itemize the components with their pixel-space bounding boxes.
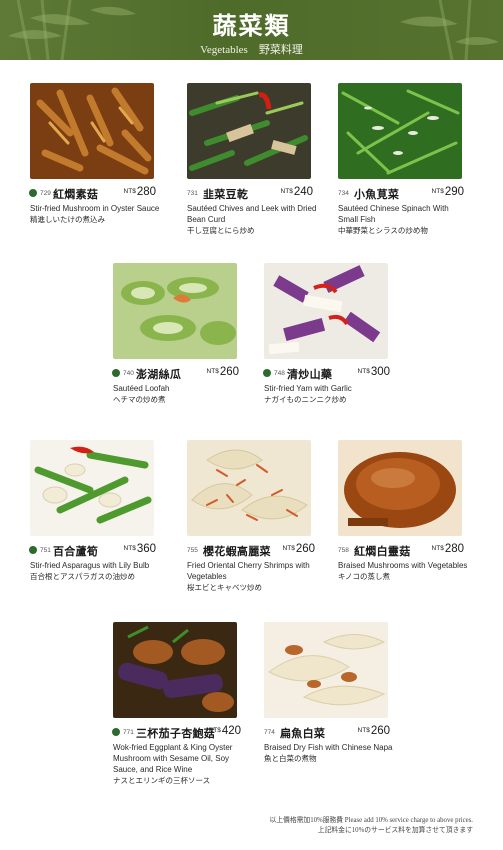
- menu-item-751: 751 百合蘆筍 NT$360 Stir-fried Asparagus wit…: [29, 440, 160, 582]
- service-charge-note-line2: 上記料金に10%のサービス料を加算させて頂きます: [317, 827, 473, 834]
- item-name-en: Braised Mushrooms with Vegetables: [338, 561, 468, 570]
- bullet-dot-icon: [112, 369, 120, 377]
- menu-item-774: 774 扁魚白菜 NT$260 Braised Dry Fish with Ch…: [264, 622, 394, 764]
- item-code: 734: [338, 190, 349, 197]
- dish-photo: [264, 622, 388, 718]
- item-name-en: Stir-fried Asparagus with Lily Bulb: [30, 561, 150, 570]
- menu-item-734: 734 小魚莧菜 NT$290 Sautéed Chinese Spinach …: [338, 83, 468, 236]
- item-name-zh: 櫻花蝦高麗菜: [203, 545, 271, 558]
- dish-photo: [30, 83, 154, 179]
- service-charge-note: 以上價格需加10%服務費 Please add 10% service char…: [269, 816, 473, 836]
- item-name-zh: 紅燜素菇: [53, 188, 99, 201]
- item-name-en: Stir-fried Yam with Garlic: [264, 384, 352, 393]
- item-name-ja: ヘチマの炒め煮: [113, 395, 166, 404]
- menu-item-755: 755 櫻花蝦高麗菜 NT$260 Fried Oriental Cherry …: [187, 440, 317, 593]
- menu-item-731: 731 韭菜豆乾 NT$240 Sautéed Chives and Leek …: [187, 83, 317, 236]
- item-name-zh: 清炒山藥: [287, 368, 333, 381]
- dish-photo: [187, 440, 311, 536]
- item-price: NT$360: [123, 543, 156, 555]
- bullet-dot-icon: [29, 546, 37, 554]
- menu-item-740: 740 澎湖絲瓜 NT$260 Sautéed Loofah ヘチマの炒め煮: [112, 263, 243, 405]
- item-price: NT$290: [431, 186, 464, 198]
- menu-item-758: 758 紅燜白靈菇 NT$280 Braised Mushrooms with …: [338, 440, 468, 582]
- item-price: NT$240: [280, 186, 313, 198]
- item-name-zh: 澎湖絲瓜: [136, 368, 182, 381]
- page-subtitle: Vegetables 野菜料理: [200, 44, 303, 56]
- dish-photo: [338, 440, 462, 536]
- item-price: NT$280: [431, 543, 464, 555]
- item-name-ja: 干し豆腐とにら炒め: [187, 226, 255, 235]
- dish-photo: [187, 83, 311, 179]
- item-code: 771: [123, 729, 134, 736]
- item-name-ja: 精進しいたけの煮込み: [30, 215, 105, 224]
- menu-item-748: 748 清炒山藥 NT$300 Stir-fried Yam with Garl…: [263, 263, 394, 405]
- item-price: NT$260: [206, 366, 239, 378]
- item-code: 755: [187, 547, 198, 554]
- dish-photo: [113, 263, 237, 359]
- menu-item-729: 729 紅燜素菇 NT$280 Stir-fried Mushroom in O…: [29, 83, 160, 225]
- item-code: 774: [264, 729, 275, 736]
- bullet-dot-icon: [112, 728, 120, 736]
- item-code: 729: [40, 190, 51, 197]
- item-name-en: Fried Oriental Cherry Shrimps with Veget…: [187, 561, 310, 581]
- dish-photo: [264, 263, 388, 359]
- item-name-en: Wok-fried Eggplant & King Oyster Mushroo…: [113, 743, 233, 774]
- item-price: NT$260: [357, 725, 390, 737]
- item-name-zh: 紅燜白靈菇: [354, 545, 411, 558]
- item-name-ja: 魚と白菜の煮物: [264, 754, 317, 763]
- service-charge-note-line1: 以上價格需加10%服務費 Please add 10% service char…: [269, 817, 473, 824]
- bullet-dot-icon: [263, 369, 271, 377]
- item-price: NT$260: [282, 543, 315, 555]
- item-name-zh: 韭菜豆乾: [203, 188, 249, 201]
- item-name-ja: ナガイものニンニク炒め: [264, 395, 347, 404]
- item-name-en: Sautéed Chives and Leek with Dried Bean …: [187, 204, 317, 224]
- item-name-ja: 百合根とアスパラガスの油炒め: [30, 572, 135, 581]
- item-code: 751: [40, 547, 51, 554]
- item-name-zh: 百合蘆筍: [53, 545, 99, 558]
- item-name-ja: 中華野菜とシラスの炒め物: [338, 226, 428, 235]
- item-price: NT$280: [123, 186, 156, 198]
- item-name-zh: 扁魚白菜: [280, 727, 326, 740]
- item-code: 740: [123, 370, 134, 377]
- page-header: 蔬菜類 Vegetables 野菜料理: [0, 0, 503, 60]
- item-name-ja: 桜エビとキャベツ炒め: [187, 583, 262, 592]
- item-price: NT$300: [357, 366, 390, 378]
- item-price: NT$420: [208, 725, 241, 737]
- item-name-en: Braised Dry Fish with Chinese Napa: [264, 743, 393, 752]
- item-code: 748: [274, 370, 285, 377]
- item-name-ja: キノコの蒸し煮: [338, 572, 390, 581]
- item-name-en: Stir-fried Mushroom in Oyster Sauce: [30, 204, 160, 213]
- bullet-dot-icon: [29, 189, 37, 197]
- menu-item-771: 771 三杯茄子杏鮑菇 NT$420 Wok-fried Eggplant & …: [112, 622, 243, 786]
- page-title: 蔬菜類: [212, 11, 291, 40]
- dish-photo: [113, 622, 237, 718]
- item-name-zh: 三杯茄子杏鮑菇: [136, 727, 216, 740]
- item-code: 731: [187, 190, 198, 197]
- dish-photo: [30, 440, 154, 536]
- dish-photo: [338, 83, 462, 179]
- item-name-zh: 小魚莧菜: [354, 188, 400, 201]
- item-name-en: Sautéed Chinese Spinach With Small Fish: [338, 204, 449, 224]
- item-code: 758: [338, 547, 349, 554]
- item-name-en: Sautéed Loofah: [113, 384, 170, 393]
- item-name-ja: ナスとエリンギの三杯ソース: [113, 776, 211, 785]
